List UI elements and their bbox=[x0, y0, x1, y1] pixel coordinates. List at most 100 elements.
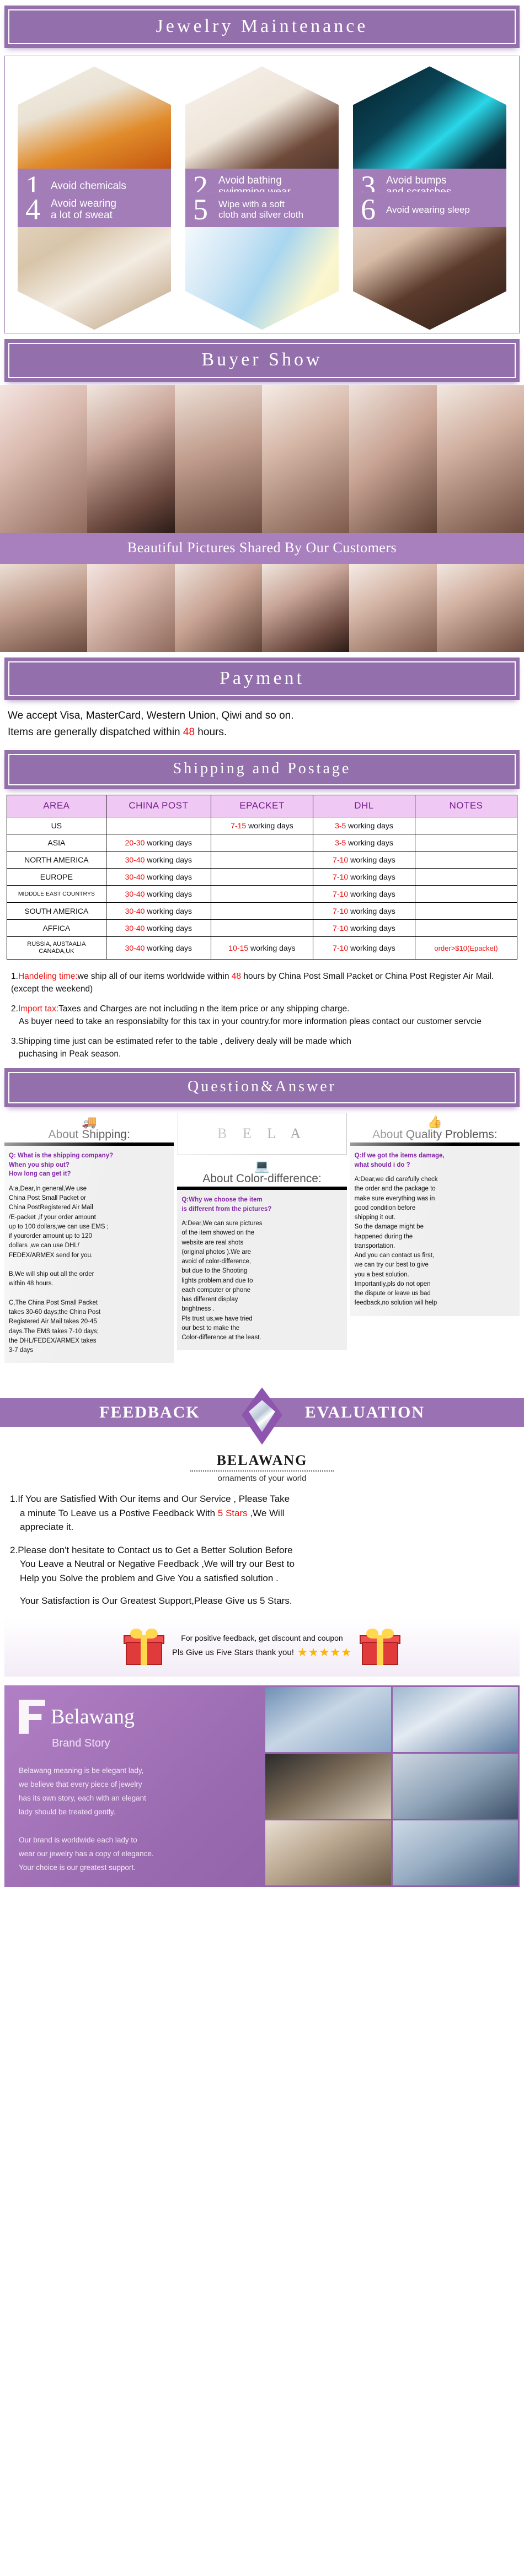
buyer-show-title: Buyer Show bbox=[201, 349, 323, 370]
qa-column-shipping: 🚚 About Shipping: Q: What is the shippin… bbox=[4, 1112, 174, 1364]
cell-notes bbox=[414, 816, 518, 834]
brand-story-logo: Belawang bbox=[19, 1699, 252, 1734]
payment-title: Payment bbox=[220, 667, 304, 688]
bela-logo-text: B E L A bbox=[217, 1125, 307, 1141]
cell-notes bbox=[414, 902, 518, 920]
table-row: ASIA 20-30 working days 3-5 working days bbox=[7, 833, 518, 852]
cell-china-post: 30-40 working days bbox=[105, 867, 211, 886]
table-header-row: AREA CHINA POST EPACKET DHL NOTES bbox=[7, 794, 518, 817]
cell-china-post: 30-40 working days bbox=[105, 902, 211, 920]
buyer-photo-grid-top bbox=[0, 385, 524, 533]
payment-line-2: Items are generally dispatched within 48… bbox=[8, 724, 516, 740]
maintenance-row-2: 4 Avoid wearing a lot of sweat 5 Wipe wi… bbox=[10, 192, 514, 330]
note-label: Import tax: bbox=[18, 1004, 59, 1014]
table-row: SOUTH AMERICA 30-40 working days 7-10 work… bbox=[7, 902, 518, 920]
buyer-show-banner-inner: Buyer Show bbox=[8, 343, 516, 378]
cell-epacket bbox=[210, 850, 313, 869]
payment-line-1: We accept Visa, MasterCard, Western Unio… bbox=[8, 708, 516, 724]
maintenance-item-6: 6 Avoid wearing sleep bbox=[353, 192, 506, 330]
maintenance-text: Avoid wearing a lot of sweat bbox=[51, 197, 117, 222]
cell-area: SOUTH AMERICA bbox=[7, 902, 106, 920]
qa-color-body: Q:Why we choose the item is different fr… bbox=[177, 1190, 346, 1351]
qa-title: Question&Answer bbox=[188, 1078, 336, 1096]
qa-quality-question: Q:If we got the items damage, what shoul… bbox=[354, 1152, 445, 1168]
cell-dhl: 7-10 working days bbox=[312, 850, 415, 869]
gem-icon bbox=[249, 1400, 275, 1432]
dispatch-suffix: hours. bbox=[195, 726, 227, 738]
table-row: RUSSIA, AUSTAALIA CANADA,UK 30-40 working… bbox=[7, 936, 518, 960]
feedback-points: 1.If You are Satisfied With Our items an… bbox=[10, 1492, 515, 1608]
qa-color-panel: 💻 About Color-difference: Q:Why we choos… bbox=[177, 1156, 347, 1351]
monitor-icon: 💻 bbox=[254, 1158, 270, 1173]
story-photo-eiffel-tower bbox=[265, 1686, 391, 1752]
buyer-photo bbox=[436, 385, 524, 533]
maintenance-item-3: 3 Avoid bumps and scratches bbox=[353, 66, 506, 204]
brand-divider bbox=[190, 1470, 334, 1472]
column-header-area: AREA bbox=[7, 794, 106, 817]
note-text: we ship all of our items worldwide withi… bbox=[77, 972, 232, 982]
maintenance-item-4: 4 Avoid wearing a lot of sweat bbox=[18, 192, 171, 330]
cell-epacket bbox=[210, 919, 313, 937]
point-text-3: Help you Solve the problem and Give You … bbox=[20, 1572, 279, 1583]
brand-story-paragraph-2: Our brand is worldwide each lady to wear… bbox=[19, 1835, 154, 1872]
column-header-dhl: DHL bbox=[312, 794, 415, 817]
story-photo-city-skyline bbox=[392, 1820, 518, 1885]
cell-area: US bbox=[7, 816, 106, 834]
cell-dhl: 3-5 working days bbox=[312, 833, 415, 852]
buyer-photo bbox=[0, 563, 88, 652]
qa-shipping-header: 🚚 About Shipping: bbox=[4, 1112, 174, 1143]
maintenance-text: Avoid wearing sleep bbox=[386, 204, 470, 215]
payment-banner: Payment bbox=[4, 657, 520, 700]
shipping-note-3: 3.Shipping time just can be estimated re… bbox=[11, 1036, 515, 1060]
cell-area: MIDDDLE EAST COUNTRYS bbox=[7, 885, 106, 903]
brand-story-text: Belawang Brand Story Belawang meaning is… bbox=[4, 1685, 264, 1887]
brand-name: BELAWANG bbox=[216, 1452, 308, 1469]
table-row: NORTH AMERICA 30-40 working days 7-10 work… bbox=[7, 850, 518, 869]
cell-epacket bbox=[210, 885, 313, 903]
maintenance-row-1: 1 Avoid chemicals 2 Avoid bathing swimmi… bbox=[10, 66, 514, 204]
gift-line-2: Pls Give us Five Stars thank you! ★★★★★ bbox=[172, 1646, 352, 1659]
maintenance-caption: 6 Avoid wearing sleep bbox=[353, 192, 506, 228]
qa-column-quality: 👍 About Quality Problems: Q:If we got th… bbox=[350, 1112, 520, 1316]
gift-box-icon bbox=[123, 1628, 164, 1665]
cell-epacket: 10-15 working days bbox=[210, 936, 313, 960]
gift-message: For positive feedback, get discount and … bbox=[172, 1634, 352, 1659]
feedback-banner: FEEDBACK EVALUATION bbox=[0, 1382, 524, 1448]
buyer-photo bbox=[87, 385, 175, 533]
point-text: If You are Satisfied With Our items and … bbox=[18, 1494, 290, 1505]
maintenance-caption: 4 Avoid wearing a lot of sweat bbox=[18, 192, 171, 228]
note-text: Taxes and Charges are not including n th… bbox=[58, 1004, 350, 1014]
cell-dhl: 7-10 working days bbox=[312, 936, 415, 960]
qa-color-question: Q:Why we choose the item is different fr… bbox=[181, 1196, 272, 1212]
maintenance-number: 6 bbox=[361, 193, 376, 227]
qa-banner-inner: Question&Answer bbox=[8, 1072, 516, 1103]
shipping-notes: 1.Handeling time:we ship all of our item… bbox=[11, 971, 515, 1060]
qa-color-title: About Color-difference: bbox=[202, 1172, 322, 1185]
gift-strip: For positive feedback, get discount and … bbox=[4, 1616, 520, 1677]
buyer-show-caption: Beautiful Pictures Shared By Our Custome… bbox=[127, 539, 397, 556]
story-photo-model-portrait bbox=[265, 1753, 391, 1819]
point-text-2: a minute To Leave us a Postive Feedback … bbox=[10, 1506, 515, 1521]
feedback-word: FEEDBACK bbox=[99, 1403, 200, 1422]
truck-icon: 🚚 bbox=[81, 1114, 97, 1129]
gift-line-2-text: Pls Give us Five Stars thank you! bbox=[172, 1648, 294, 1658]
qa-quality-answer: A:Dear,we did carefully check the order … bbox=[354, 1176, 438, 1307]
shipping-banner-inner: Shipping and Postage bbox=[8, 754, 516, 785]
belawang-monogram-icon bbox=[19, 1699, 45, 1734]
note-text-2: puchasing in Peak season. bbox=[19, 1049, 121, 1059]
point-text-2: You Leave a Neutral or Negative Feedback… bbox=[20, 1559, 295, 1570]
maintenance-panel: 1 Avoid chemicals 2 Avoid bathing swimmi… bbox=[4, 56, 520, 334]
cell-china-post: 30-40 working days bbox=[105, 919, 211, 937]
story-photo-statue-of-liberty bbox=[392, 1686, 518, 1752]
thumbs-up-icon: 👍 bbox=[427, 1114, 443, 1129]
cell-china-post bbox=[105, 816, 211, 834]
cell-dhl: 7-10 working days bbox=[312, 919, 415, 937]
qa-color-answer: A:Dear,We can sure pictures of the item … bbox=[181, 1220, 263, 1341]
cell-notes bbox=[414, 850, 518, 869]
point-text: Please don't hesitate to Contact us to G… bbox=[18, 1544, 293, 1555]
cell-notes bbox=[414, 867, 518, 886]
cell-area: EUROPE bbox=[7, 867, 106, 886]
cell-china-post: 30-40 working days bbox=[105, 885, 211, 903]
cell-china-post: 30-40 working days bbox=[105, 850, 211, 869]
feedback-point-3: Your Satisfaction is Our Greatest Suppor… bbox=[20, 1596, 292, 1607]
